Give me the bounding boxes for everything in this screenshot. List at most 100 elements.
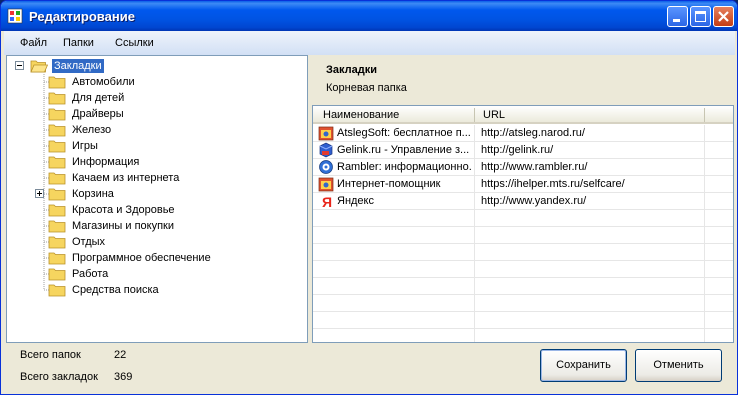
row-divider — [704, 329, 705, 342]
row-divider — [704, 142, 705, 159]
table-row[interactable]: Rambler: информационно... http://www.ram… — [313, 159, 733, 176]
row-divider — [704, 244, 705, 261]
bookmark-url: http://www.yandex.ru/ — [481, 195, 587, 207]
tree-folder-label: Железо — [72, 124, 112, 136]
column-header-url[interactable]: URL — [483, 109, 505, 121]
row-divider — [704, 278, 705, 295]
tree-folder-label: Программное обеспечение — [72, 252, 211, 264]
menu-links[interactable]: Ссылки — [115, 37, 154, 49]
row-divider — [474, 176, 475, 193]
maximize-icon — [695, 11, 706, 22]
mts-favicon-icon — [318, 177, 334, 192]
folder-icon — [48, 284, 66, 297]
row-divider — [474, 125, 475, 142]
bookmark-name: Яндекс — [337, 195, 374, 207]
folder-open-icon — [30, 60, 48, 73]
folder-icon — [48, 140, 66, 153]
row-divider — [474, 329, 475, 342]
tree-folder-label: Качаем из интернета — [72, 172, 180, 184]
table-row[interactable]: Я Яндекс http://www.yandex.ru/ — [313, 193, 733, 210]
column-header-name[interactable]: Наименование — [323, 109, 399, 121]
title-bar[interactable]: Редактирование — [1, 1, 737, 31]
tree-folder-label: Для детей — [72, 92, 125, 104]
empty-row — [313, 295, 733, 312]
folder-icon — [48, 220, 66, 233]
empty-row — [313, 244, 733, 261]
table-row[interactable]: Gelink.ru - Управление з... http://gelin… — [313, 142, 733, 159]
folder-icon — [48, 204, 66, 217]
bookmark-url: https://ihelper.mts.ru/selfcare/ — [481, 178, 625, 190]
row-divider — [474, 142, 475, 159]
save-button[interactable]: Сохранить — [540, 349, 627, 382]
folder-icon — [48, 188, 66, 201]
table-row[interactable]: AtslegSoft: бесплатное п... http://atsle… — [313, 125, 733, 142]
empty-row — [313, 210, 733, 227]
cancel-button[interactable]: Отменить — [635, 349, 722, 382]
row-divider — [704, 125, 705, 142]
close-button[interactable] — [713, 6, 734, 27]
folder-info-title: Закладки — [326, 64, 378, 76]
total-bookmarks-label: Всего закладок — [20, 371, 98, 383]
maximize-button[interactable] — [690, 6, 711, 27]
row-divider — [474, 210, 475, 227]
window-title: Редактирование — [29, 9, 135, 24]
column-divider[interactable] — [704, 108, 705, 122]
row-divider — [704, 312, 705, 329]
folder-icon — [48, 108, 66, 121]
folder-icon — [48, 172, 66, 185]
row-divider — [474, 278, 475, 295]
row-divider — [704, 227, 705, 244]
minimize-icon — [673, 19, 680, 22]
tree-folder-label: Средства поиска — [72, 284, 159, 296]
row-divider — [704, 295, 705, 312]
row-divider — [474, 227, 475, 244]
row-divider — [704, 159, 705, 176]
folder-icon — [48, 268, 66, 281]
bookmark-url: http://www.rambler.ru/ — [481, 161, 588, 173]
yandex-favicon-icon: Я — [322, 194, 332, 209]
row-divider — [704, 193, 705, 210]
tree-expand-toggle[interactable] — [35, 189, 44, 198]
row-divider — [474, 312, 475, 329]
minimize-button[interactable] — [667, 6, 688, 27]
folder-icon — [48, 236, 66, 249]
folder-icon — [48, 252, 66, 265]
bookmark-name: Rambler: информационно... — [337, 161, 471, 173]
tree-folder-label: Работа — [72, 268, 109, 280]
folder-icon — [48, 156, 66, 169]
row-divider — [704, 210, 705, 227]
bookmark-url: http://atsleg.narod.ru/ — [481, 127, 585, 139]
tree-folder-label: Отдых — [72, 236, 106, 248]
bookmarks-grid[interactable]: Наименование URL AtslegSoft: бесплатное … — [312, 105, 734, 343]
folder-info-description: Корневая папка — [326, 82, 407, 94]
bookmark-url: http://gelink.ru/ — [481, 144, 554, 156]
folder-tree[interactable]: Закладки Автомобили Для детей Драйверы Ж… — [6, 55, 308, 343]
empty-row — [313, 227, 733, 244]
row-divider — [474, 159, 475, 176]
menu-folders[interactable]: Папки — [63, 37, 94, 49]
tree-folder-label: Информация — [72, 156, 140, 168]
bookmark-name: Интернет-помощник — [337, 178, 441, 190]
tree-folder-label: Корзина — [72, 188, 114, 200]
empty-row — [313, 261, 733, 278]
table-row[interactable]: Интернет-помощник https://ihelper.mts.ru… — [313, 176, 733, 193]
close-icon — [718, 11, 729, 22]
row-divider — [474, 261, 475, 278]
row-divider — [474, 193, 475, 210]
folder-icon — [48, 92, 66, 105]
grid-header: Наименование URL — [313, 106, 733, 124]
tree-root-label: Закладки — [52, 59, 104, 73]
svg-text:Я: Я — [322, 194, 332, 209]
column-divider[interactable] — [474, 108, 475, 122]
empty-row — [313, 278, 733, 295]
tree-collapse-toggle[interactable] — [15, 61, 24, 70]
total-folders-value: 22 — [114, 349, 127, 361]
folder-icon — [48, 76, 66, 89]
editor-window: Редактирование Файл Папки Ссылки Закладк… — [0, 0, 738, 395]
menu-file[interactable]: Файл — [20, 37, 47, 49]
bookmark-name: AtslegSoft: бесплатное п... — [337, 127, 471, 139]
row-divider — [704, 176, 705, 193]
tree-folder-label: Красота и Здоровье — [72, 204, 175, 216]
gelink-favicon-icon — [319, 142, 333, 158]
app-icon — [7, 8, 23, 24]
